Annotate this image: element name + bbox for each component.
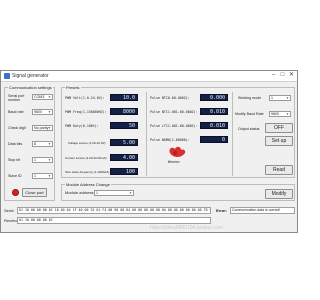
pwm-volt-display[interactable]: 10.0 (110, 94, 138, 101)
data-bits-value: 8 (34, 142, 36, 146)
set-up-button[interactable]: Set up (265, 136, 293, 146)
pulse-ltc-display[interactable]: 0.010 (200, 122, 228, 129)
close-button[interactable]: ✕ (287, 72, 296, 79)
chevron-down-icon: ▼ (129, 191, 132, 195)
modify-button[interactable]: Modify (265, 189, 293, 199)
baud-rate-select[interactable]: 9600 ▼ (32, 109, 53, 115)
presets-divider (146, 92, 147, 176)
sine-frequency-display[interactable]: 100 (110, 168, 138, 175)
error-label: Error: (216, 208, 228, 213)
modify-baud-select[interactable]: 9600 ▼ (269, 111, 291, 117)
output-status-button[interactable]: OFF (265, 123, 293, 133)
pwm-duty-label: PWM Duty(0-100%): (65, 124, 99, 128)
stop-bit-label: Stop bit (8, 158, 21, 162)
title-bar: Signal generator – □ ✕ (1, 71, 297, 82)
voltage-source-label: Voltage source (1.00-10.0V): (68, 141, 107, 145)
pulse-num-label: Pulse NUM0(1-60000): (150, 138, 190, 142)
minimize-button[interactable]: – (269, 72, 278, 79)
module-address-group: Module Address Change Module address: 1 ▼… (61, 182, 295, 201)
chevron-down-icon: ▼ (48, 126, 51, 130)
presets-group-title: Presets (65, 85, 81, 90)
error-field[interactable]: Communication data is correct! (230, 207, 295, 214)
presets-group: Presets PWM Volt(1.0-24.0V): 10.0 PWM Fr… (61, 85, 295, 178)
output-status-label: Output status (238, 127, 260, 131)
pwm-freq-label: PWM Freq(1-150000HZ): (65, 110, 107, 114)
baud-rate-label: Baud rate (8, 110, 24, 114)
sine-frequency-label: Sine wave frequency (1-1000HZ): (65, 170, 110, 174)
stop-bit-value: 1 (34, 158, 36, 162)
send-field[interactable]: 01 10 00 00 00 0C 18 00 64 1F 40 00 32 0… (17, 207, 211, 214)
working-mode-value: 1 (271, 96, 273, 100)
window-title: Signal generator (12, 73, 49, 79)
chevron-down-icon: ▼ (286, 96, 289, 100)
pulse-num-display[interactable]: 0 (200, 136, 228, 143)
slave-id-label: Slave ID (8, 174, 22, 178)
pwm-duty-display[interactable]: 50 (110, 122, 138, 129)
presets-divider-right (232, 92, 233, 176)
stop-bit-select[interactable]: 1 ▼ (32, 157, 53, 163)
chevron-down-icon: ▼ (48, 174, 51, 178)
pulse-ntc1-display[interactable]: 0.010 (200, 108, 228, 115)
module-address-value: 1 (96, 191, 98, 195)
pulse-ntc-display[interactable]: 0.000 (200, 94, 228, 101)
watermark-text: https://zhou8890194.taobao.com (150, 225, 223, 231)
check-digit-value: No parity (34, 126, 49, 130)
slave-id-value: 1 (34, 174, 36, 178)
app-icon (4, 73, 10, 79)
send-label: Send: (4, 208, 15, 213)
close-port-button[interactable]: Close port (22, 188, 47, 197)
data-bits-label: Data bits (8, 142, 23, 146)
check-digit-label: Check digit (8, 126, 26, 130)
current-source-label: Current source (4.00-20.00mA): (65, 156, 108, 160)
chevron-down-icon: ▼ (48, 95, 51, 99)
maximize-button[interactable]: □ (278, 72, 287, 79)
read-button[interactable]: Read (265, 165, 293, 175)
data-bits-select[interactable]: 8 ▼ (32, 141, 53, 147)
communication-settings-group: Communication settings Serial port numbe… (4, 85, 55, 201)
voltage-source-display[interactable]: 5.00 (110, 139, 138, 146)
module-address-label: Module address: (65, 190, 95, 195)
pulse-ntc-label: Pulse NTC0-60.000Z): (150, 96, 190, 100)
modify-baud-value: 9600 (271, 112, 279, 116)
check-digit-select[interactable]: No parity ▼ (32, 125, 53, 131)
working-mode-select[interactable]: 1 ▼ (269, 95, 291, 101)
port-status-indicator (12, 189, 19, 196)
chevron-down-icon: ▼ (48, 158, 51, 162)
pulse-ltc-label: Pulse LTC1.001-60.000Z): (150, 124, 198, 128)
baud-rate-value: 9600 (34, 110, 42, 114)
chevron-down-icon: ▼ (286, 112, 289, 116)
chevron-down-icon: ▼ (48, 142, 51, 146)
current-source-display[interactable]: 4.00 (110, 154, 138, 161)
module-address-select[interactable]: 1 ▼ (94, 190, 134, 196)
modify-baud-label: Modify Baud Rate (235, 112, 264, 116)
pulse-ntc1-label: Pulse NTC1.001-60.000Z): (150, 110, 198, 114)
pwm-volt-label: PWM Volt(1.0-24.0V): (65, 96, 105, 100)
slave-id-select[interactable]: 1 ▼ (32, 173, 53, 179)
serial-port-select[interactable]: COM3 ▼ (32, 94, 53, 100)
chevron-down-icon: ▼ (48, 110, 51, 114)
receive-field[interactable]: 01 10 00 00 00 0C (17, 217, 211, 224)
serial-port-value: COM3 (34, 95, 45, 99)
serial-port-label: Serial port number (8, 94, 25, 102)
brand-logo-icon (169, 146, 186, 158)
comm-group-title: Communication settings (8, 85, 53, 90)
brand-logo-text: Wheeez (168, 160, 180, 164)
module-address-title: Module Address Change (65, 182, 111, 187)
signal-generator-window: Signal generator – □ ✕ Communication set… (0, 70, 298, 233)
pwm-freq-display[interactable]: 8000 (110, 108, 138, 115)
working-mode-label: Working mode (238, 96, 262, 100)
